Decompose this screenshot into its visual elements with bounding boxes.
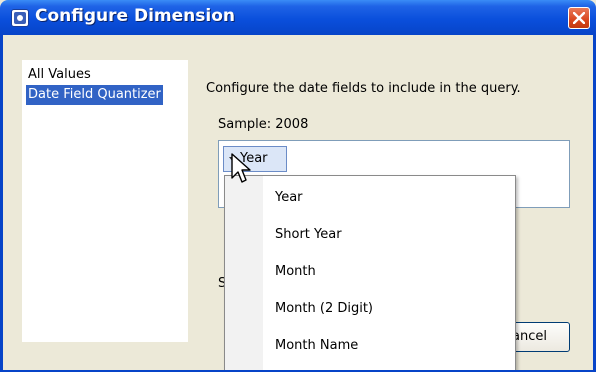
- sample-text: Sample: 2008: [218, 117, 309, 132]
- date-field-dropdown[interactable]: Year Short Year Month Month (2 Digit) Mo…: [224, 175, 516, 372]
- menu-item-month[interactable]: Month: [275, 260, 316, 284]
- app-icon: [11, 9, 29, 27]
- close-button[interactable]: [568, 7, 590, 29]
- menu-item-month-2-digit[interactable]: Month (2 Digit): [275, 297, 373, 321]
- close-icon: [573, 12, 585, 24]
- dropdown-gutter: [225, 176, 263, 371]
- menu-item-short-year[interactable]: Short Year: [275, 223, 342, 247]
- menu-item-month-name[interactable]: Month Name: [275, 334, 358, 358]
- window-title: Configure Dimension: [35, 6, 235, 26]
- menu-item-year[interactable]: Year: [275, 186, 303, 210]
- instruction-text: Configure the date fields to include in …: [206, 81, 521, 96]
- dimension-type-list[interactable]: All Values Date Field Quantizer: [22, 60, 188, 342]
- list-item-date-field-quantizer[interactable]: Date Field Quantizer: [26, 85, 163, 105]
- window-border-left: [0, 35, 3, 372]
- title-bar[interactable]: Configure Dimension: [0, 0, 596, 35]
- list-item-all-values[interactable]: All Values: [26, 65, 93, 85]
- mouse-cursor-icon: [231, 153, 251, 183]
- configure-dimension-dialog: Configure Dimension All Values Date Fiel…: [0, 0, 596, 372]
